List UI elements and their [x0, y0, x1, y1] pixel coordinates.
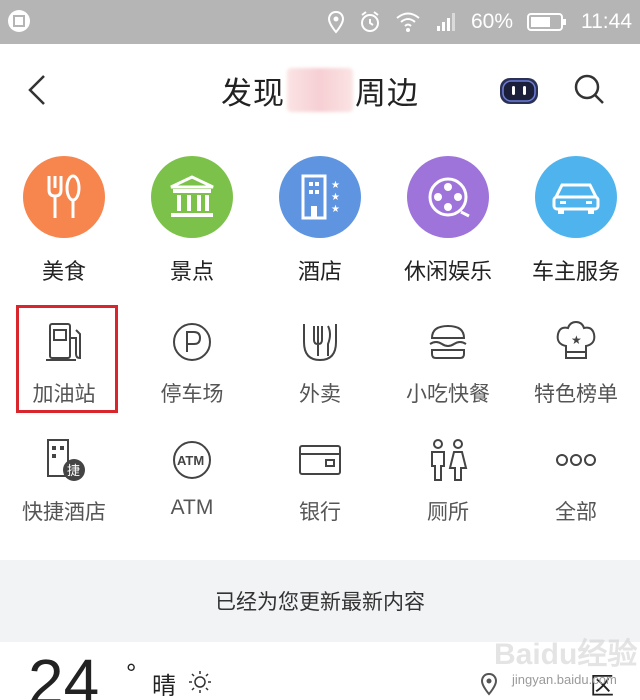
service-restroom[interactable]: 厕所	[384, 436, 512, 526]
svg-text:★: ★	[331, 192, 340, 203]
back-button[interactable]	[20, 66, 60, 114]
category-car-services[interactable]: 车主服务	[512, 156, 640, 286]
svg-text:ATM: ATM	[177, 453, 204, 468]
service-takeout[interactable]: 外卖	[256, 318, 384, 408]
app-notification-icon	[8, 10, 30, 32]
service-label: 全部	[555, 501, 597, 524]
film-reel-icon	[407, 156, 489, 238]
update-banner-text: 已经为您更新最新内容	[215, 591, 425, 614]
car-icon	[535, 156, 617, 238]
svg-text:Baidu经验: Baidu经验	[494, 637, 637, 671]
restroom-icon	[431, 439, 468, 481]
signal-status-icon	[436, 13, 455, 31]
more-dots-icon	[556, 454, 596, 466]
express-hotel-icon: 捷	[47, 439, 85, 481]
page-title: 发现 周边	[200, 64, 440, 116]
svg-text:★: ★	[331, 204, 340, 215]
service-label: 快捷酒店	[22, 501, 106, 524]
service-bank[interactable]: 银行	[256, 436, 384, 526]
redacted-city-name	[287, 68, 353, 112]
assistant-button[interactable]	[498, 74, 540, 108]
clock-time: 11:44	[581, 10, 632, 33]
temple-icon	[151, 156, 233, 238]
burger-icon	[429, 324, 467, 359]
service-label: 厕所	[427, 501, 469, 524]
parking-icon	[173, 323, 211, 361]
category-label: 美食	[41, 259, 86, 284]
robot-assistant-icon	[500, 78, 538, 104]
service-label: 外卖	[299, 383, 341, 406]
highlight-box	[16, 305, 118, 413]
alarm-status-icon	[360, 11, 379, 32]
status-bar: 60% 11:44	[0, 0, 640, 44]
atm-icon: ATM	[173, 441, 211, 479]
category-label: 休闲娱乐	[403, 259, 492, 284]
battery-icon	[527, 13, 566, 31]
category-food[interactable]: 美食	[0, 156, 128, 286]
search-icon	[574, 74, 604, 104]
search-button[interactable]	[570, 70, 610, 110]
weather-condition: 晴	[152, 673, 176, 700]
service-parking[interactable]: 停车场	[128, 318, 256, 408]
battery-percentage: 60%	[470, 10, 513, 33]
service-all[interactable]: 全部	[512, 436, 640, 526]
service-label: 停车场	[160, 383, 224, 406]
service-label: 特色榜单	[534, 383, 618, 406]
location-status-icon	[327, 10, 344, 34]
chef-hat-icon: ★	[556, 320, 596, 359]
service-express-hotel[interactable]: 捷 快捷酒店	[0, 436, 128, 526]
wifi-status-icon	[396, 12, 420, 32]
degree-symbol: °	[126, 658, 137, 688]
service-label: 银行	[299, 501, 341, 524]
service-label: ATM	[170, 496, 214, 519]
service-atm[interactable]: ATM ATM	[128, 436, 256, 520]
bank-card-icon	[299, 445, 341, 475]
service-label: 小吃快餐	[406, 383, 490, 406]
baidu-jingyan-watermark: Baidu经验	[494, 637, 637, 671]
title-prefix: 发现	[221, 75, 285, 111]
category-attractions[interactable]: 景点	[128, 156, 256, 286]
svg-text:★: ★	[571, 333, 582, 347]
svg-text:★: ★	[331, 180, 340, 191]
nav-bar: 发现 周边	[0, 44, 640, 136]
takeout-icon	[303, 324, 337, 362]
category-hotel[interactable]: ★ ★ ★ 酒店	[256, 156, 384, 286]
service-rankings[interactable]: ★ 特色榜单	[512, 318, 640, 408]
sun-icon	[189, 671, 211, 693]
watermark-url: jingyan.baidu.com	[512, 672, 617, 687]
title-suffix: 周边	[355, 75, 419, 111]
service-fast-food[interactable]: 小吃快餐	[384, 318, 512, 408]
hotel-icon: ★ ★ ★	[279, 156, 361, 238]
svg-text:捷: 捷	[67, 464, 80, 479]
fork-spoon-icon	[23, 156, 105, 238]
category-label: 酒店	[297, 259, 342, 284]
temperature-value: 24	[28, 646, 100, 700]
chevron-left-icon	[28, 75, 45, 105]
category-label: 景点	[169, 259, 214, 284]
category-label: 车主服务	[531, 259, 620, 284]
category-entertainment[interactable]: 休闲娱乐	[384, 156, 512, 286]
